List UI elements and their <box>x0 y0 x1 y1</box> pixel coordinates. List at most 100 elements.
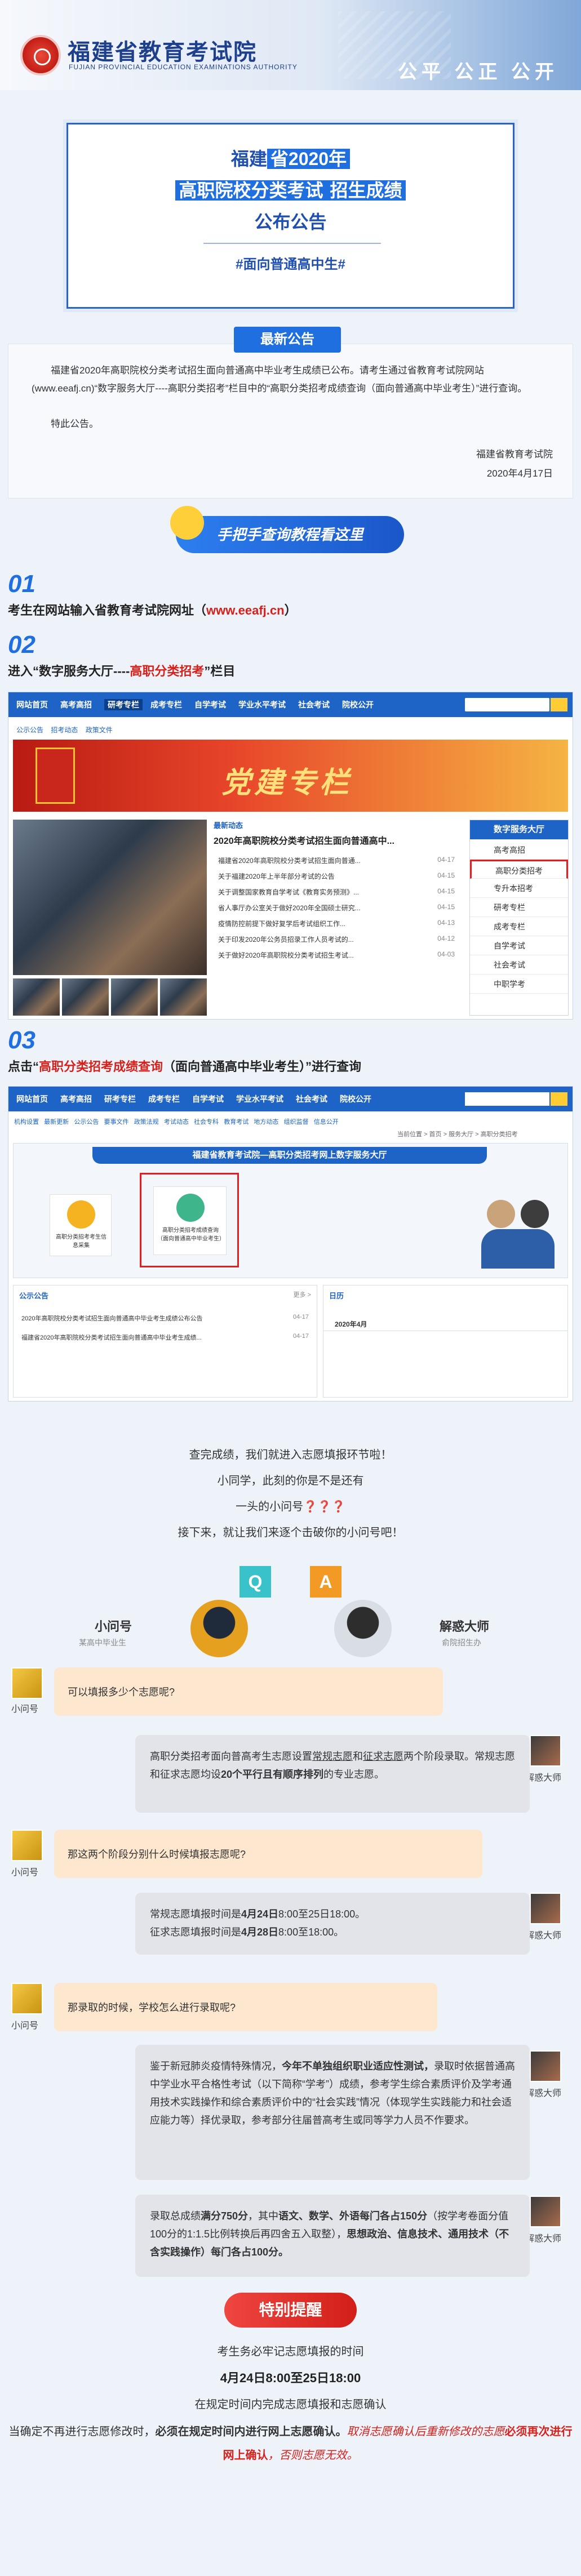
news-headline[interactable]: 2020年高职院校分类考试招生面向普通高中... <box>214 833 394 847</box>
intro-line: 小同学，此刻的你是不是还有 <box>217 1475 364 1487</box>
sidebar-item[interactable]: 专升本招考 <box>470 879 568 898</box>
latest-notice-badge: 最新公告 <box>234 327 341 353</box>
nav-item[interactable]: 网站首页 <box>16 1093 48 1105</box>
site-search-input[interactable] <box>465 1092 549 1106</box>
asker-small-avatar <box>11 1830 43 1861</box>
subnav-item[interactable]: 招考动态 <box>51 726 78 734</box>
sidebar-item[interactable]: 成考专栏 <box>470 917 568 936</box>
search-icon[interactable] <box>551 1092 567 1106</box>
divider <box>203 243 381 244</box>
news-list: 最新动态 2020年高职院校分类考试招生面向普通高中... 福建省2020年高职… <box>214 820 462 1016</box>
nav-item[interactable]: 院校公开 <box>340 1093 371 1105</box>
thumbnail[interactable] <box>111 978 158 1016</box>
subnav-item[interactable]: 政策文件 <box>86 726 113 734</box>
score-query-icon <box>176 1194 205 1222</box>
sidebar-item[interactable]: 研考专栏 <box>470 898 568 917</box>
notice-row[interactable]: 2020年高职院校分类考试招生面向普通高中毕业考生成绩公布公告 04-17 <box>21 1314 309 1323</box>
nav-item[interactable]: 高考高招 <box>60 1093 92 1105</box>
sidebar-item[interactable]: 高考高招 <box>470 840 568 860</box>
breadcrumb: 当前位置 > 首页 > 服务大厅 > 高职分类招考 <box>397 1131 518 1138</box>
digital-service-sidebar: 数字服务大厅 高考高招 高职分类招考 专升本招考 研考专栏 成考专栏 自学考试 … <box>469 820 569 1016</box>
mascot-illustration <box>481 1194 555 1273</box>
thumbnail[interactable] <box>160 978 207 1016</box>
asker-avatar <box>190 1600 248 1657</box>
subnav-item[interactable]: 地方动态 <box>254 1119 278 1125</box>
subnav-item[interactable]: 公示公告 <box>16 726 43 734</box>
news-row[interactable]: 关于印发2020年公务员招录工作人员考试的... 04-12 <box>218 935 455 944</box>
notice-panel: 公示公告 更多 > 2020年高职院校分类考试招生面向普通高中毕业考生成绩公布公… <box>13 1285 317 1398</box>
answer-bubble: 录取总成绩满分750分，其中语文、数学、外语每门各占150分（按学考卷面分值10… <box>135 2195 530 2277</box>
notice-row[interactable]: 福建省2020年高职院校分类考试招生面向普通高中毕业考生成绩... 04-17 <box>21 1333 309 1342</box>
q-badge: Q <box>240 1566 271 1598</box>
asker-small-avatar <box>11 1667 43 1699</box>
tile-score-query[interactable]: 高职分类招考成绩查询（面向普通高中毕业考生） <box>153 1186 227 1255</box>
answerer-label: 解惑大师 <box>525 2234 562 2244</box>
answerer-small-avatar <box>530 1735 561 1767</box>
nav-item[interactable]: 网站首页 <box>16 699 48 710</box>
subnav-item[interactable]: 信息公开 <box>314 1119 339 1125</box>
thumbnail[interactable] <box>13 978 60 1016</box>
intro-text: 查完成绩，我们就进入志愿填报环节啦！ 小同学，此刻的你是不是还有 一头的小问号❓… <box>0 1442 581 1546</box>
subnav-item[interactable]: 组织监督 <box>284 1119 309 1125</box>
nav-item[interactable]: 社会考试 <box>298 699 330 710</box>
asker-label: 小问号 <box>11 1705 39 1714</box>
subnav-item[interactable]: 政策法规 <box>134 1119 159 1125</box>
nav-item[interactable]: 高考高招 <box>60 699 92 710</box>
news-row[interactable]: 关于做好2020年高职院校分类考试招生考试... 04-03 <box>218 950 455 960</box>
tip-line-4: 当确定不再进行志愿修改时，必须在规定时间内进行网上志愿确认。取消志愿确认后重新修… <box>8 2426 573 2462</box>
subnav-item[interactable]: 考试动态 <box>164 1119 189 1125</box>
nav-item[interactable]: 社会考试 <box>296 1093 327 1105</box>
notice-header: 公示公告 <box>19 1292 49 1300</box>
site-search-input[interactable] <box>465 698 549 711</box>
special-tip-badge: 特别提醒 <box>224 2293 357 2328</box>
calendar-month[interactable]: 2020年4月 <box>335 1319 367 1329</box>
search-icon[interactable] <box>551 698 567 711</box>
news-row[interactable]: 省人事厅办公室关于做好2020年全国硕士研究... 04-15 <box>218 903 455 913</box>
news-photo[interactable] <box>13 820 207 975</box>
tile-label: 高职分类招考考生信息采集 <box>56 1234 107 1249</box>
sidebar-item[interactable]: 自学考试 <box>470 936 568 955</box>
latest-notice-signature: 福建省教育考试院 2020年4月17日 <box>476 449 553 479</box>
subnav-item[interactable]: 教育考试 <box>224 1119 249 1125</box>
news-row[interactable]: 关于调整国家教育自学考试《教育实务预测》... 04-15 <box>218 887 455 897</box>
nav-item[interactable]: 成考专栏 <box>150 699 182 710</box>
news-header: 最新动态 <box>214 821 243 830</box>
sidebar-item[interactable]: 社会考试 <box>470 955 568 975</box>
party-banner[interactable]: 党建专栏 <box>13 740 568 812</box>
notice-title-card: 福建 省2020年 高职院校分类考试 招生成绩 公布公告 #面向普通高中生# <box>66 123 515 309</box>
news-row[interactable]: 疫情防控前提下做好复学后考试组织工作... 04-13 <box>218 919 455 928</box>
subnav-item[interactable]: 要事文件 <box>104 1119 129 1125</box>
nav-item[interactable]: 自学考试 <box>194 699 226 710</box>
nav-item[interactable]: 院校公开 <box>342 699 374 710</box>
sidebar-item-vocational-highlighted[interactable]: 高职分类招考 <box>470 860 568 879</box>
tutorial-button[interactable]: 手把手查询教程看这里 <box>170 506 404 553</box>
thumbnail[interactable] <box>62 978 109 1016</box>
org-name-en: FUJIAN PROVINCIAL EDUCATION EXAMINATIONS… <box>69 63 298 71</box>
title-line-2: 高职院校分类考试 招生成绩 <box>68 176 513 202</box>
subnav-item[interactable]: 最新更新 <box>44 1119 69 1125</box>
info-collection-icon <box>67 1200 95 1229</box>
news-row[interactable]: 关于福建2020年上半年部分考试的公告 04-15 <box>218 871 455 881</box>
notice-more-link[interactable]: 更多 > <box>294 1290 311 1299</box>
answerer-name: 解惑大师 <box>440 1620 490 1634</box>
nav-item-active[interactable]: 研考专栏 <box>104 699 143 710</box>
sidebar-item[interactable]: 中职学考 <box>470 975 568 994</box>
site-navbar: 网站首页 高考高招 研考专栏 成考专栏 自学考试 学业水平考试 社会考试 院校公… <box>8 692 573 717</box>
nav-item[interactable]: 研考专栏 <box>104 1093 136 1105</box>
news-row[interactable]: 福建省2020年高职院校分类考试招生面向普通... 04-17 <box>218 856 455 865</box>
calendar-panel: 日历 2020年4月 <box>323 1285 568 1398</box>
tile-info-collection[interactable]: 高职分类招考考生信息采集 <box>50 1194 112 1256</box>
subnav-item[interactable]: 公示公告 <box>74 1119 99 1125</box>
subnav-item[interactable]: 社会专科 <box>194 1119 219 1125</box>
nav-item[interactable]: 自学考试 <box>192 1093 224 1105</box>
intro-line: 接下来，就让我们来逐个击破你的小问号吧！ <box>178 1527 403 1539</box>
nav-item[interactable]: 学业水平考试 <box>238 699 286 710</box>
subnav: 机构设置 最新更新 公示公告 要事文件 政策法规 考试动态 社会专科 教育考试 … <box>14 1117 339 1126</box>
nav-item[interactable]: 成考专栏 <box>148 1093 180 1105</box>
asker-desc: 某高中毕业生 <box>79 1638 126 1647</box>
hall-title: 福建省教育考试院—高职分类招考网上数字服务大厅 <box>92 1147 487 1164</box>
answerer-small-avatar <box>530 2050 561 2082</box>
subnav-item[interactable]: 机构设置 <box>14 1119 39 1125</box>
nav-item[interactable]: 学业水平考试 <box>236 1093 283 1105</box>
sidebar-title: 数字服务大厅 <box>470 820 568 839</box>
